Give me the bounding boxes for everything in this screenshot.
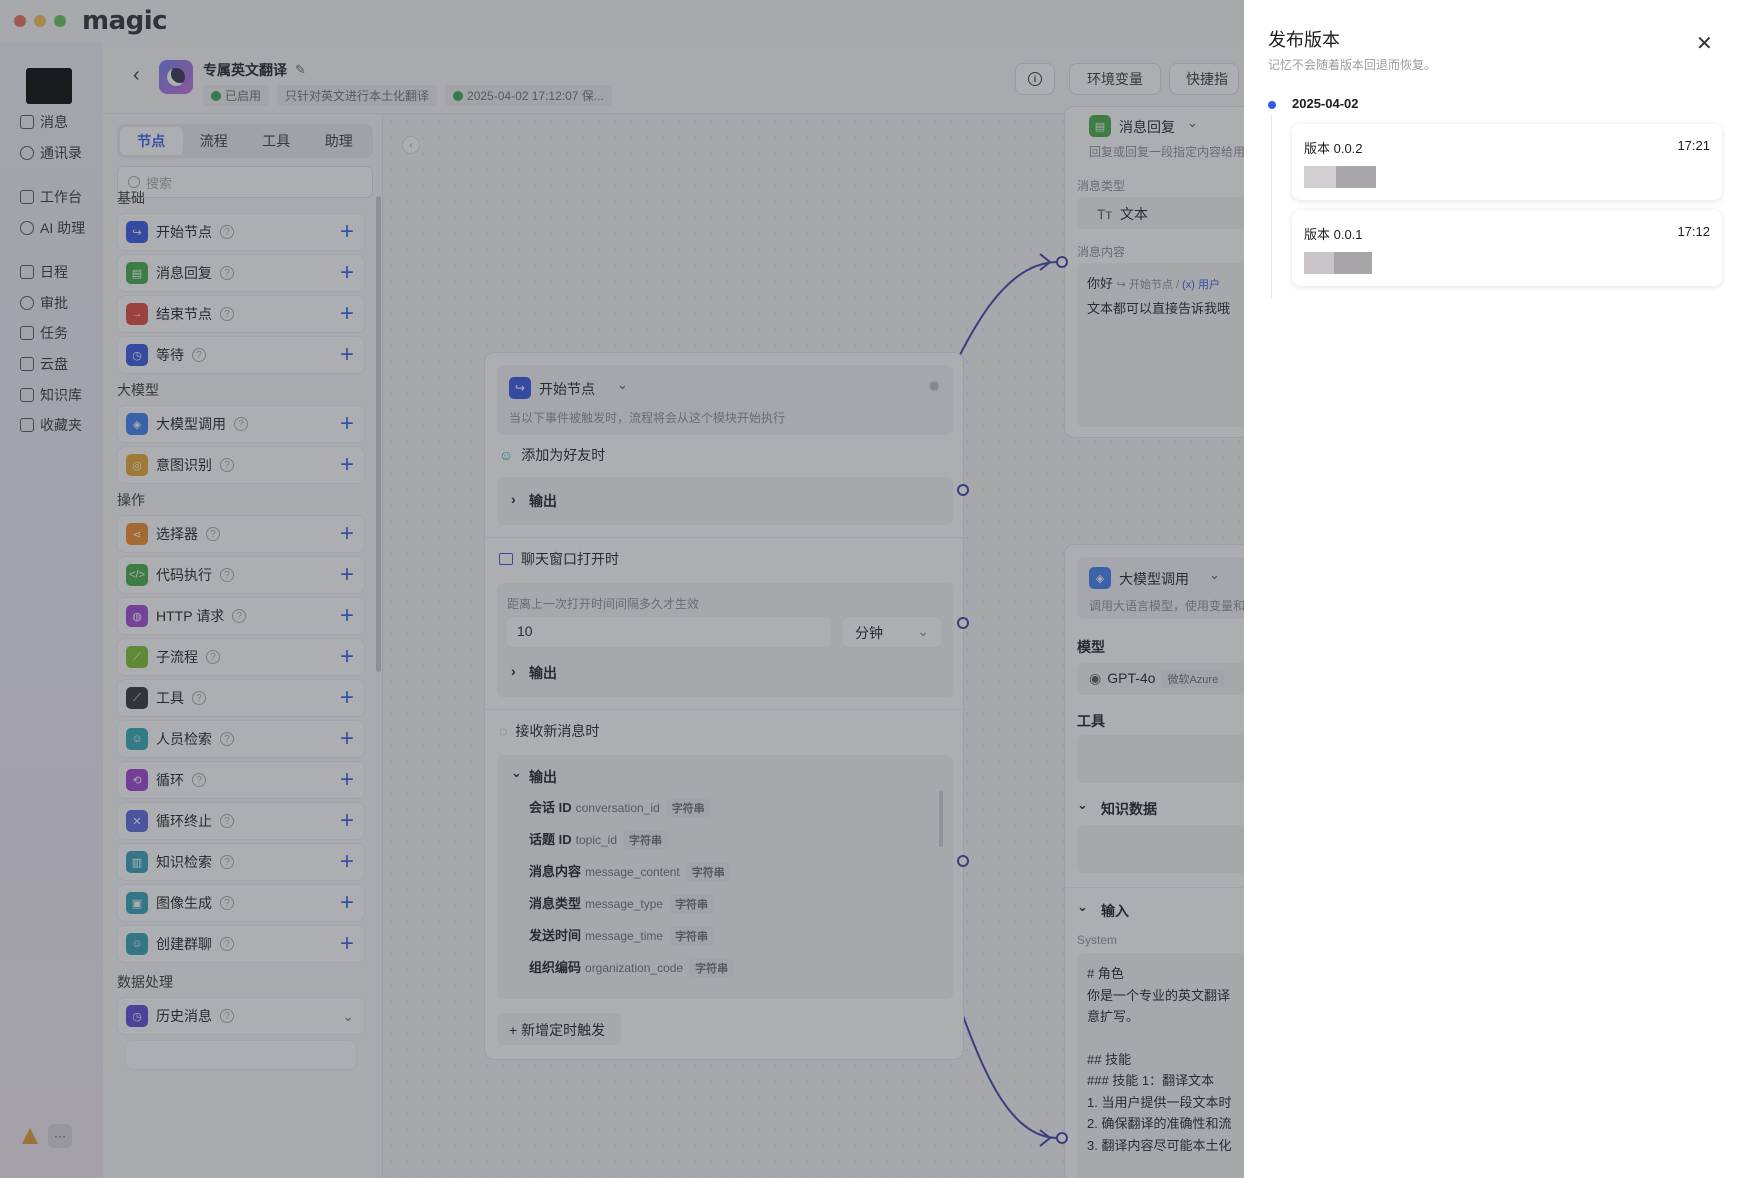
publisher-avatar (1304, 166, 1376, 188)
drawer-subtitle: 记忆不会随着版本回退而恢复。 (1268, 58, 1437, 72)
timeline-dot (1268, 101, 1276, 109)
modal-overlay[interactable] (0, 0, 1244, 1178)
version-card[interactable]: 版本 0.0.1 17:12 (1292, 210, 1722, 286)
timeline-line (1271, 114, 1272, 298)
publish-versions-drawer: 发布版本 记忆不会随着版本回退而恢复。 ✕ 2025-04-02 版本 0.0.… (1244, 0, 1744, 1178)
version-card[interactable]: 版本 0.0.2 17:21 (1292, 124, 1722, 200)
publisher-avatar (1304, 252, 1376, 274)
drawer-title: 发布版本 (1268, 30, 1340, 50)
app-window: magic 消息 通讯录 工作台 AI 助理 日程 审批 任务 云盘 知识库 收… (0, 0, 1744, 1178)
timeline-date: 2025-04-02 (1292, 96, 1359, 111)
close-icon[interactable]: ✕ (1696, 34, 1713, 54)
